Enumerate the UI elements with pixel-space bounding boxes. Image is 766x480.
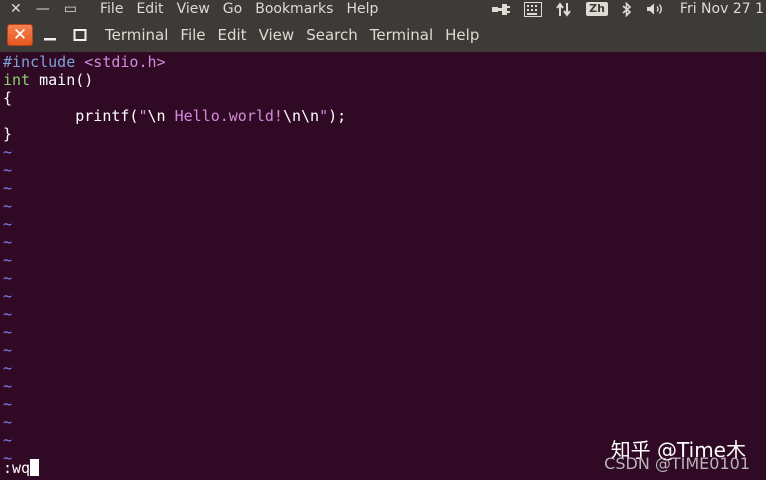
empty-line-marker: ~ bbox=[3, 143, 13, 161]
code-line-4: printf("\n Hello.world!\n\n"); bbox=[3, 107, 346, 125]
window-minimize-button[interactable] bbox=[37, 24, 63, 46]
clock[interactable]: Fri Nov 27 1 bbox=[680, 1, 764, 17]
keyword-int: int bbox=[3, 71, 31, 89]
string-literal: Hello.world! bbox=[165, 107, 283, 125]
bluetooth-icon[interactable] bbox=[622, 0, 632, 18]
indicator-area: Zh Fri Nov 27 1 bbox=[492, 0, 766, 18]
empty-line-marker: ~ bbox=[3, 359, 13, 377]
escape-newline: \n bbox=[147, 107, 166, 125]
menu-search[interactable]: Search bbox=[306, 26, 358, 44]
include-header: <stdio.h> bbox=[84, 53, 166, 71]
menu-help[interactable]: Help bbox=[445, 26, 479, 44]
empty-line-marker: ~ bbox=[3, 413, 13, 431]
statement-end: ); bbox=[328, 107, 347, 125]
escape-newlines: \n\n bbox=[282, 107, 320, 125]
terminal-menu: Terminal File Edit View Search Terminal … bbox=[105, 26, 479, 44]
empty-line-marker: ~ bbox=[3, 431, 13, 449]
empty-line-marker: ~ bbox=[3, 395, 13, 413]
panel-minimize-icon[interactable]: — bbox=[36, 0, 50, 18]
close-brace: } bbox=[3, 125, 13, 143]
global-menu-go[interactable]: Go bbox=[223, 0, 242, 18]
command-line[interactable]: :wq bbox=[3, 459, 40, 477]
global-menu-edit[interactable]: Edit bbox=[136, 0, 163, 18]
empty-line-marker: ~ bbox=[3, 161, 13, 179]
menu-edit[interactable]: Edit bbox=[218, 26, 247, 44]
menu-view[interactable]: View bbox=[259, 26, 295, 44]
command-text: :wq bbox=[3, 459, 31, 477]
empty-line-marker: ~ bbox=[3, 179, 13, 197]
empty-line-marker: ~ bbox=[3, 197, 13, 215]
terminal-menubar: ✕ Terminal File Edit View Search Termina… bbox=[0, 18, 766, 52]
keyboard-grid-icon[interactable] bbox=[524, 0, 543, 18]
volume-icon[interactable] bbox=[646, 0, 666, 18]
menu-terminal[interactable]: Terminal bbox=[105, 26, 168, 44]
panel-maximize-icon[interactable]: ▭ bbox=[64, 0, 77, 18]
empty-line-marker: ~ bbox=[3, 269, 13, 287]
global-menu-bookmarks[interactable]: Bookmarks bbox=[255, 0, 333, 18]
empty-line-marker: ~ bbox=[3, 341, 13, 359]
input-method-indicator[interactable]: Zh bbox=[586, 0, 608, 18]
close-icon: ✕ bbox=[12, 25, 28, 45]
text-cursor bbox=[30, 459, 40, 476]
window-close-button[interactable]: ✕ bbox=[7, 24, 33, 46]
panel-window-controls: ✕ — ▭ bbox=[0, 0, 90, 18]
global-menu-file[interactable]: File bbox=[100, 0, 123, 18]
empty-line-marker: ~ bbox=[3, 323, 13, 341]
string-quote-close: " bbox=[319, 107, 329, 125]
transfer-arrows-icon[interactable] bbox=[556, 0, 572, 18]
printf-call: printf( bbox=[75, 107, 139, 125]
global-menu: File Edit View Go Bookmarks Help bbox=[100, 0, 378, 18]
global-menu-view[interactable]: View bbox=[177, 0, 210, 18]
main-signature: main() bbox=[30, 71, 94, 89]
menu-file[interactable]: File bbox=[180, 26, 205, 44]
code-line-5: } bbox=[3, 125, 12, 143]
panel-close-icon[interactable]: ✕ bbox=[10, 0, 22, 18]
open-brace: { bbox=[3, 89, 13, 107]
top-system-panel: ✕ — ▭ File Edit View Go Bookmarks Help Z… bbox=[0, 0, 766, 18]
code-line-3: { bbox=[3, 89, 12, 107]
global-menu-help[interactable]: Help bbox=[346, 0, 378, 18]
window-maximize-button[interactable] bbox=[67, 24, 93, 46]
empty-line-marker: ~ bbox=[3, 233, 13, 251]
empty-line-marker: ~ bbox=[3, 287, 13, 305]
menu-terminal-2[interactable]: Terminal bbox=[370, 26, 433, 44]
code-line-2: int main() bbox=[3, 71, 93, 89]
preprocessor-directive: #include bbox=[3, 53, 76, 71]
terminal-content[interactable]: #include <stdio.h> int main() { printf("… bbox=[0, 52, 766, 480]
maximize-icon bbox=[73, 29, 87, 41]
empty-line-marker: ~ bbox=[3, 377, 13, 395]
string-quote-open: " bbox=[138, 107, 148, 125]
empty-line-marker: ~ bbox=[3, 215, 13, 233]
empty-line-marker: ~ bbox=[3, 305, 13, 323]
network-icon[interactable] bbox=[492, 0, 511, 18]
csdn-watermark: CSDN @TIME0101 bbox=[604, 454, 750, 473]
terminal-window-controls: ✕ bbox=[0, 24, 97, 46]
minimize-icon bbox=[44, 38, 56, 41]
empty-line-marker: ~ bbox=[3, 251, 13, 269]
code-line-1: #include <stdio.h> bbox=[3, 53, 166, 71]
